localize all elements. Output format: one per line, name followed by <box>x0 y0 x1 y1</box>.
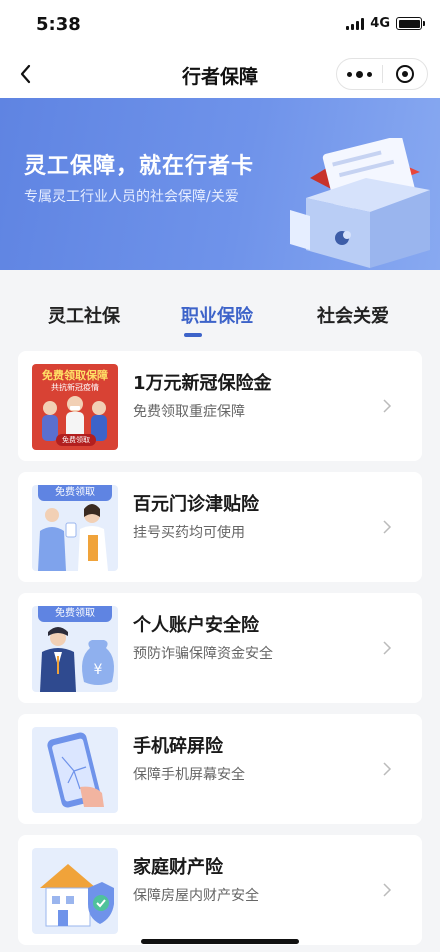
thumb-badge: 免费领取 <box>38 606 112 622</box>
doctor-patient-icon <box>38 504 108 571</box>
mini-program-capsule <box>336 58 428 90</box>
card-title: 个人账户安全险 <box>133 615 259 636</box>
home-property-thumbnail <box>32 848 118 934</box>
card-description: 挂号买药均可使用 <box>133 525 245 541</box>
chevron-right-icon <box>383 399 392 413</box>
status-bar: 5:38 4G <box>0 0 440 50</box>
tab-social-care[interactable]: 社会关爱 <box>317 302 389 328</box>
back-button[interactable] <box>14 60 40 88</box>
cracked-phone-thumbnail <box>32 727 118 813</box>
money-bag-icon: ¥ <box>40 627 114 692</box>
chevron-left-icon <box>20 64 31 84</box>
card-description: 保障房屋内财产安全 <box>133 888 259 904</box>
home-indicator <box>141 939 299 944</box>
more-icon <box>346 70 372 78</box>
chevron-right-icon <box>383 641 392 655</box>
covid-insurance-thumbnail: 免费领取保障 共抗新冠疫情 免费领取 <box>32 364 118 450</box>
card-description: 免费领取重症保障 <box>133 404 245 420</box>
more-button[interactable] <box>337 59 382 89</box>
target-icon <box>395 65 414 83</box>
status-icons: 4G <box>346 16 425 31</box>
insurance-box-illustration <box>290 138 430 268</box>
hero-banner: 灵工保障，就在行者卡 专属灵工行业人员的社会保障/关爱 <box>0 98 440 270</box>
chevron-right-icon <box>383 883 392 897</box>
cracked-phone-icon <box>47 732 104 808</box>
banner-title: 灵工保障，就在行者卡 <box>24 154 255 179</box>
signal-icon <box>346 17 365 30</box>
card-description: 预防诈骗保障资金安全 <box>133 646 273 662</box>
svg-text:¥: ¥ <box>94 662 103 678</box>
chevron-right-icon <box>383 762 392 776</box>
active-tab-indicator <box>184 333 202 337</box>
card-title: 家庭财产险 <box>133 857 223 878</box>
thumb-badge: 免费领取保障 <box>42 369 108 382</box>
banner-subtitle: 专属灵工行业人员的社会保障/关爱 <box>24 189 239 205</box>
tab-bar: 灵工社保 职业保险 社会关爱 <box>0 270 440 350</box>
thumb-badge: 免费领取 <box>38 485 112 501</box>
chevron-right-icon <box>383 520 392 534</box>
status-time: 5:38 <box>36 14 81 35</box>
card-title: 1万元新冠保险金 <box>133 373 272 394</box>
insurance-card-screen[interactable]: 手机碎屏险 保障手机屏幕安全 <box>18 714 422 824</box>
card-title: 手机碎屏险 <box>133 736 223 757</box>
card-title: 百元门诊津贴险 <box>133 494 259 515</box>
thumb-claim-button: 免费领取 <box>56 434 96 446</box>
house-shield-icon <box>40 864 114 927</box>
nav-bar: 行者保障 <box>0 50 440 98</box>
tab-occupational-insurance[interactable]: 职业保险 <box>181 302 253 328</box>
network-type: 4G <box>370 16 390 31</box>
battery-icon <box>396 17 425 30</box>
insurance-card-home-property[interactable]: 家庭财产险 保障房屋内财产安全 <box>18 835 422 945</box>
card-description: 保障手机屏幕安全 <box>133 767 245 783</box>
close-program-button[interactable] <box>383 59 428 89</box>
tab-gig-social-security[interactable]: 灵工社保 <box>48 302 120 328</box>
insurance-card-account-security[interactable]: 免费领取 ¥ 个人账户安全险 预防诈骗保障资金安全 <box>18 593 422 703</box>
outpatient-insurance-thumbnail: 免费领取 <box>32 485 118 571</box>
account-security-thumbnail: 免费领取 ¥ <box>32 606 118 692</box>
insurance-card-covid[interactable]: 免费领取保障 共抗新冠疫情 免费领取 1万元新冠保险金 免费领取重症保障 <box>18 351 422 461</box>
insurance-card-outpatient[interactable]: 免费领取 百元门诊津贴险 挂号买药均可使用 <box>18 472 422 582</box>
